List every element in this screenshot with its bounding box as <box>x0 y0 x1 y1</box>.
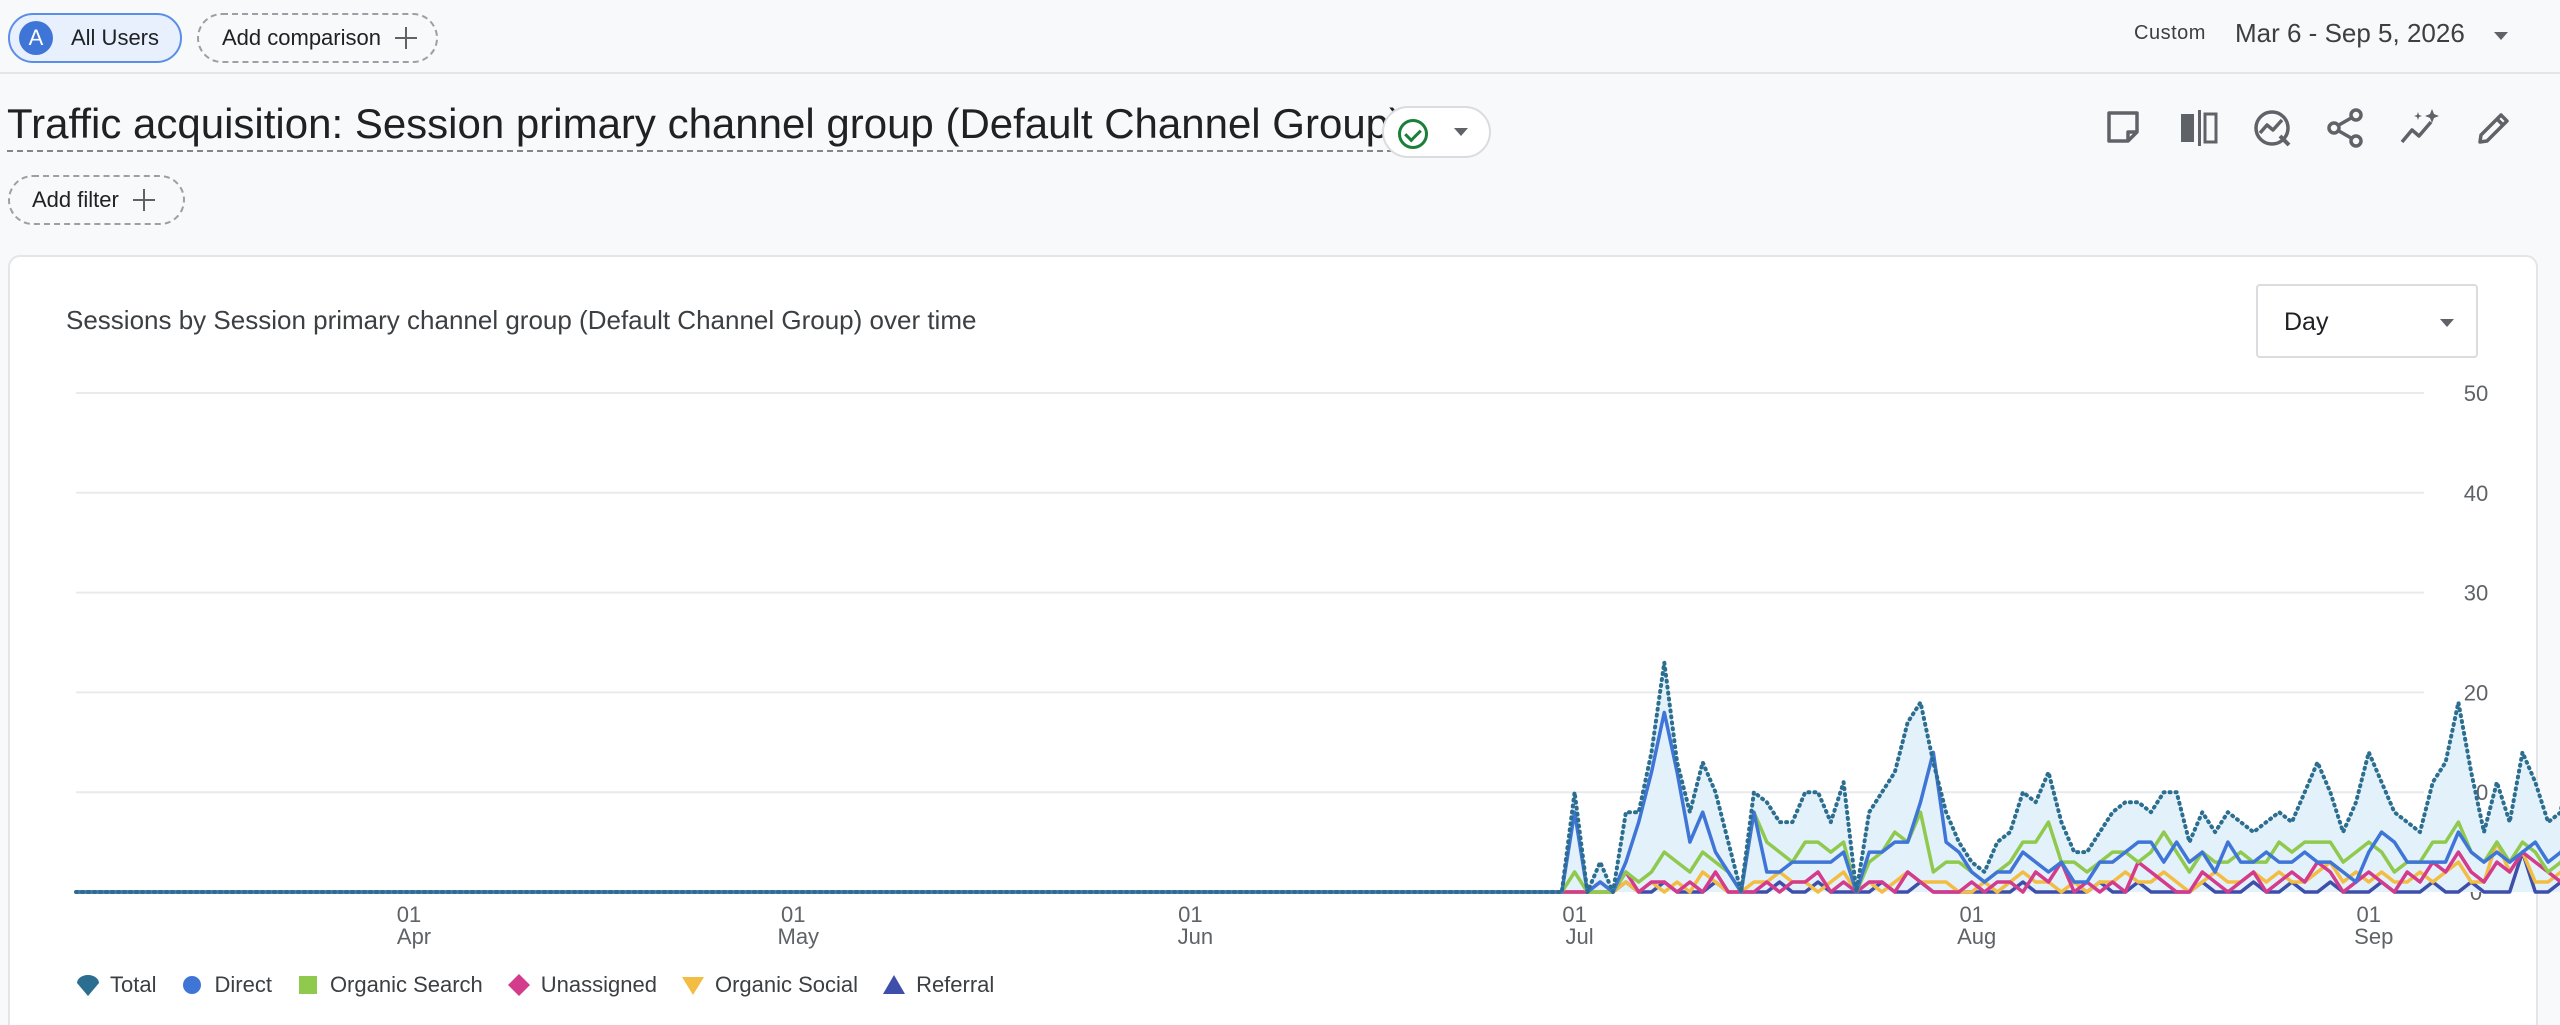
legend-item-organic-social[interactable]: Organic Social <box>681 972 858 998</box>
legend-label: Referral <box>916 972 995 997</box>
x-tick-month: Jul <box>1566 924 1594 949</box>
legend-swatch-icon <box>507 974 530 996</box>
legend-swatch-icon <box>77 975 99 996</box>
legend-label: Organic Search <box>329 972 483 997</box>
y-tick-label: 40 <box>2464 481 2488 506</box>
legend-item-referral[interactable]: Referral <box>882 972 994 998</box>
legend-item-unassigned[interactable]: Unassigned <box>507 972 657 998</box>
sessions-line-chart: 0102030405001Apr01May01Jun01Jul01Aug01Se… <box>74 381 2560 949</box>
legend-item-total[interactable]: Total <box>76 972 156 998</box>
legend-swatch-icon <box>681 977 704 995</box>
x-tick-month: Apr <box>397 924 431 949</box>
chart-legend: Total Direct Organic Search Unassigned Organ… <box>76 972 1018 998</box>
x-tick-month: Sep <box>2354 924 2393 949</box>
x-tick-month: Jun <box>1178 924 1213 949</box>
legend-item-organic-search[interactable]: Organic Search <box>296 972 483 998</box>
x-tick-month: Aug <box>1957 924 1996 949</box>
legend-item-direct[interactable]: Direct <box>180 972 272 998</box>
x-tick-month: May <box>778 924 820 949</box>
legend-label: Unassigned <box>540 972 657 997</box>
y-tick-label: 50 <box>2464 381 2488 406</box>
legend-swatch-icon <box>183 976 202 994</box>
legend-swatch-icon <box>298 976 317 994</box>
legend-swatch-icon <box>883 975 906 994</box>
y-tick-label: 30 <box>2464 581 2488 606</box>
legend-label: Total <box>110 972 157 997</box>
legend-label: Organic Social <box>714 972 859 997</box>
y-tick-label: 20 <box>2464 680 2488 705</box>
legend-label: Direct <box>214 972 272 997</box>
